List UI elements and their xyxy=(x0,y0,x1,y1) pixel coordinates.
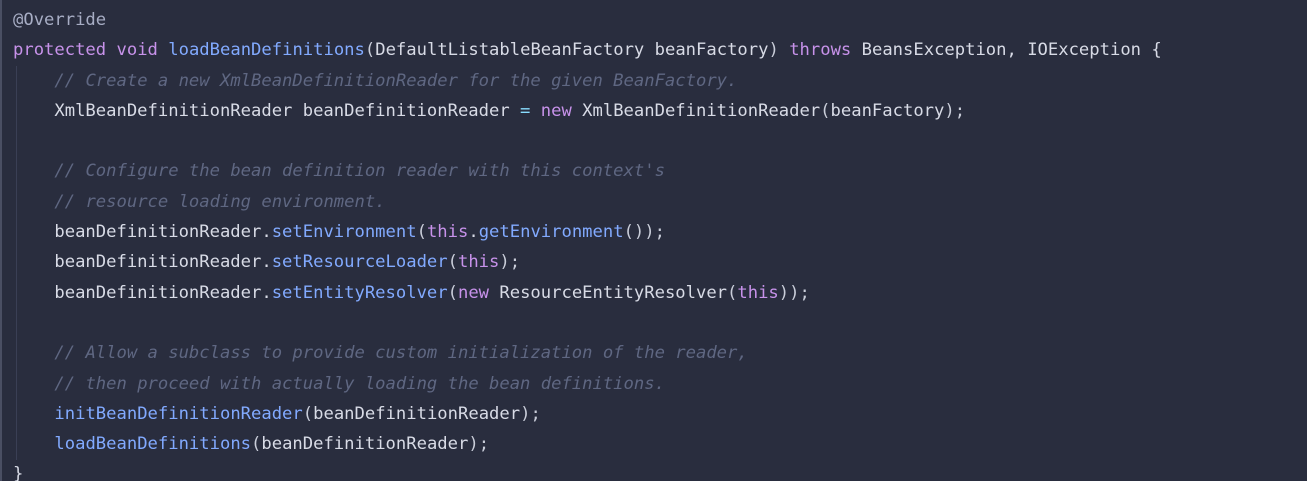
code-token-comment: // Allow a subclass to provide custom in… xyxy=(54,343,748,364)
code-token-method: initBeanDefinitionReader xyxy=(54,403,303,424)
code-token-method: loadBeanDefinitions xyxy=(168,40,365,61)
code-token-method: setEntityResolver xyxy=(271,282,448,303)
code-line[interactable]: @Override xyxy=(13,5,1162,35)
code-token-type: DefaultListableBeanFactory xyxy=(375,40,645,61)
code-token-keyword: this xyxy=(737,282,779,303)
code-token-plain: beanDefinitionReader. xyxy=(13,222,272,243)
code-token-comment: // Configure the bean definition reader … xyxy=(54,161,665,182)
code-token-annotation: @Override xyxy=(13,10,107,30)
code-token-plain: beanDefinitionReader. xyxy=(13,282,272,303)
code-token-method: setResourceLoader xyxy=(271,252,448,273)
code-token-plain: beanDefinitionReader xyxy=(313,403,521,424)
code-token-comment: // resource loading environment. xyxy=(54,191,386,212)
code-token-comment: // Create a new XmlBeanDefinitionReader … xyxy=(54,70,738,91)
code-editor[interactable]: @Override protected void loadBeanDefiniti… xyxy=(0,0,1307,481)
code-token-punct: ()); xyxy=(623,222,665,243)
code-line[interactable] xyxy=(13,308,1162,338)
code-line[interactable]: // Configure the bean definition reader … xyxy=(13,156,1162,186)
code-token-punct: ) xyxy=(768,40,779,61)
code-token-punct: ( xyxy=(416,222,427,243)
code-token-punct: ( xyxy=(820,100,831,121)
code-token-method: loadBeanDefinitions xyxy=(54,434,252,455)
code-token-punct: ( xyxy=(447,282,458,303)
code-token-punct: ( xyxy=(447,252,458,273)
code-token-keyword: this xyxy=(457,252,500,273)
code-line[interactable]: // Allow a subclass to provide custom in… xyxy=(13,338,1162,368)
code-line[interactable]: beanDefinitionReader.setResourceLoader(t… xyxy=(13,247,1162,277)
code-line[interactable]: } xyxy=(13,459,1162,481)
code-token-method: getEnvironment xyxy=(478,222,624,243)
code-token-punct: ( xyxy=(727,282,738,303)
code-token-plain: beanFactory xyxy=(644,40,769,61)
code-token-keyword: void xyxy=(116,40,158,61)
code-line[interactable]: initBeanDefinitionReader(beanDefinitionR… xyxy=(13,399,1162,429)
code-token-plain: beanFactory xyxy=(830,100,945,121)
code-token-plain: XmlBeanDefinitionReader beanDefinitionRe… xyxy=(13,100,521,121)
code-token-keyword: new xyxy=(457,282,490,303)
code-token-punct: )); xyxy=(778,282,810,303)
code-token-plain: ResourceEntityResolver xyxy=(489,282,728,303)
code-token-punct: ); xyxy=(520,403,541,424)
code-line[interactable]: beanDefinitionReader.setEnvironment(this… xyxy=(13,217,1162,247)
code-line[interactable]: // Create a new XmlBeanDefinitionReader … xyxy=(13,66,1162,96)
code-token-plain: . xyxy=(468,222,479,243)
code-token-method: setEnvironment xyxy=(271,222,417,243)
code-token-punct: ); xyxy=(499,252,521,273)
code-token-keyword: this xyxy=(426,222,469,243)
code-line[interactable]: XmlBeanDefinitionReader beanDefinitionRe… xyxy=(13,96,1162,126)
code-token-keyword: throws xyxy=(789,40,852,61)
code-token-punct: ( xyxy=(302,403,314,424)
code-line[interactable]: protected void loadBeanDefinitions(Defau… xyxy=(13,35,1162,65)
code-token-punct: ( xyxy=(364,40,376,61)
code-token-operator: = xyxy=(520,100,531,121)
code-token-punct: ); xyxy=(944,100,966,121)
code-token-plain: XmlBeanDefinitionReader xyxy=(571,100,821,121)
code-line[interactable]: beanDefinitionReader.setEntityResolver(n… xyxy=(13,278,1162,308)
code-line[interactable] xyxy=(13,126,1162,156)
code-token-comment: // then proceed with actually loading th… xyxy=(54,373,665,394)
code-token-plain: beanDefinitionReader xyxy=(261,434,469,455)
code-line[interactable]: // resource loading environment. xyxy=(13,187,1162,217)
code-line[interactable]: loadBeanDefinitions(beanDefinitionReader… xyxy=(13,429,1162,459)
code-line[interactable]: // then proceed with actually loading th… xyxy=(13,369,1162,399)
code-token-keyword: new xyxy=(540,100,572,121)
code-token-plain: BeansException, IOException { xyxy=(851,40,1162,61)
code-token-keyword: protected xyxy=(13,40,107,61)
code-token-punct: ); xyxy=(468,434,490,455)
code-token-plain: beanDefinitionReader. xyxy=(13,252,272,273)
code-token-punct: ( xyxy=(251,434,262,455)
code-token-plain: } xyxy=(13,464,24,481)
code-block[interactable]: @Override protected void loadBeanDefiniti… xyxy=(13,5,1162,481)
